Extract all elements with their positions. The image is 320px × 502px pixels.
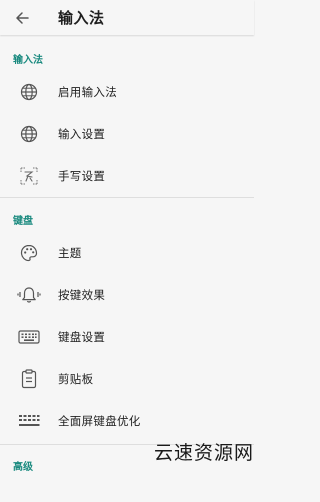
section-keyboard: 键盘 主题 按键效果 键盘设置 剪贴板 全面屏键盘优化 xyxy=(0,198,254,442)
section-header-keyboard: 键盘 xyxy=(13,216,33,227)
page-title: 输入法 xyxy=(58,9,105,27)
enable-input-method-item[interactable]: 启用输入法 xyxy=(0,71,254,113)
theme-item[interactable]: 主题 xyxy=(0,232,254,274)
handwriting-icon xyxy=(0,155,58,197)
clipboard-item[interactable]: 剪贴板 xyxy=(0,358,254,400)
fullscreen-keyboard-icon xyxy=(0,400,58,442)
section-advanced: 高级 xyxy=(0,445,254,478)
keyboard-icon xyxy=(0,316,58,358)
app-bar: 输入法 xyxy=(0,0,254,35)
globe-icon xyxy=(0,71,58,113)
fullscreen-keyboard-item[interactable]: 全面屏键盘优化 xyxy=(0,400,254,442)
section-header-input-method: 输入法 xyxy=(13,55,43,66)
globe-icon xyxy=(0,113,58,155)
arrow-back-icon xyxy=(15,11,29,25)
input-settings-item[interactable]: 输入设置 xyxy=(0,113,254,155)
key-effect-label: 按键效果 xyxy=(58,288,106,302)
handwriting-settings-label: 手写设置 xyxy=(58,169,106,183)
key-effect-item[interactable]: 按键效果 xyxy=(0,274,254,316)
clipboard-label: 剪贴板 xyxy=(58,372,94,386)
theme-label: 主题 xyxy=(58,246,82,260)
fullscreen-keyboard-label: 全面屏键盘优化 xyxy=(58,414,141,428)
input-settings-label: 输入设置 xyxy=(58,127,106,141)
bell-vibrate-icon xyxy=(0,274,58,316)
handwriting-settings-item[interactable]: 手写设置 xyxy=(0,155,254,197)
keyboard-settings-label: 键盘设置 xyxy=(58,330,106,344)
keyboard-settings-item[interactable]: 键盘设置 xyxy=(0,316,254,358)
enable-input-method-label: 启用输入法 xyxy=(58,85,117,99)
section-input-method: 输入法 启用输入法 输入设置 手写设置 xyxy=(0,35,254,197)
section-header-advanced: 高级 xyxy=(13,462,33,473)
palette-icon xyxy=(0,232,58,274)
clipboard-icon xyxy=(0,358,58,400)
back-button[interactable] xyxy=(0,0,44,35)
